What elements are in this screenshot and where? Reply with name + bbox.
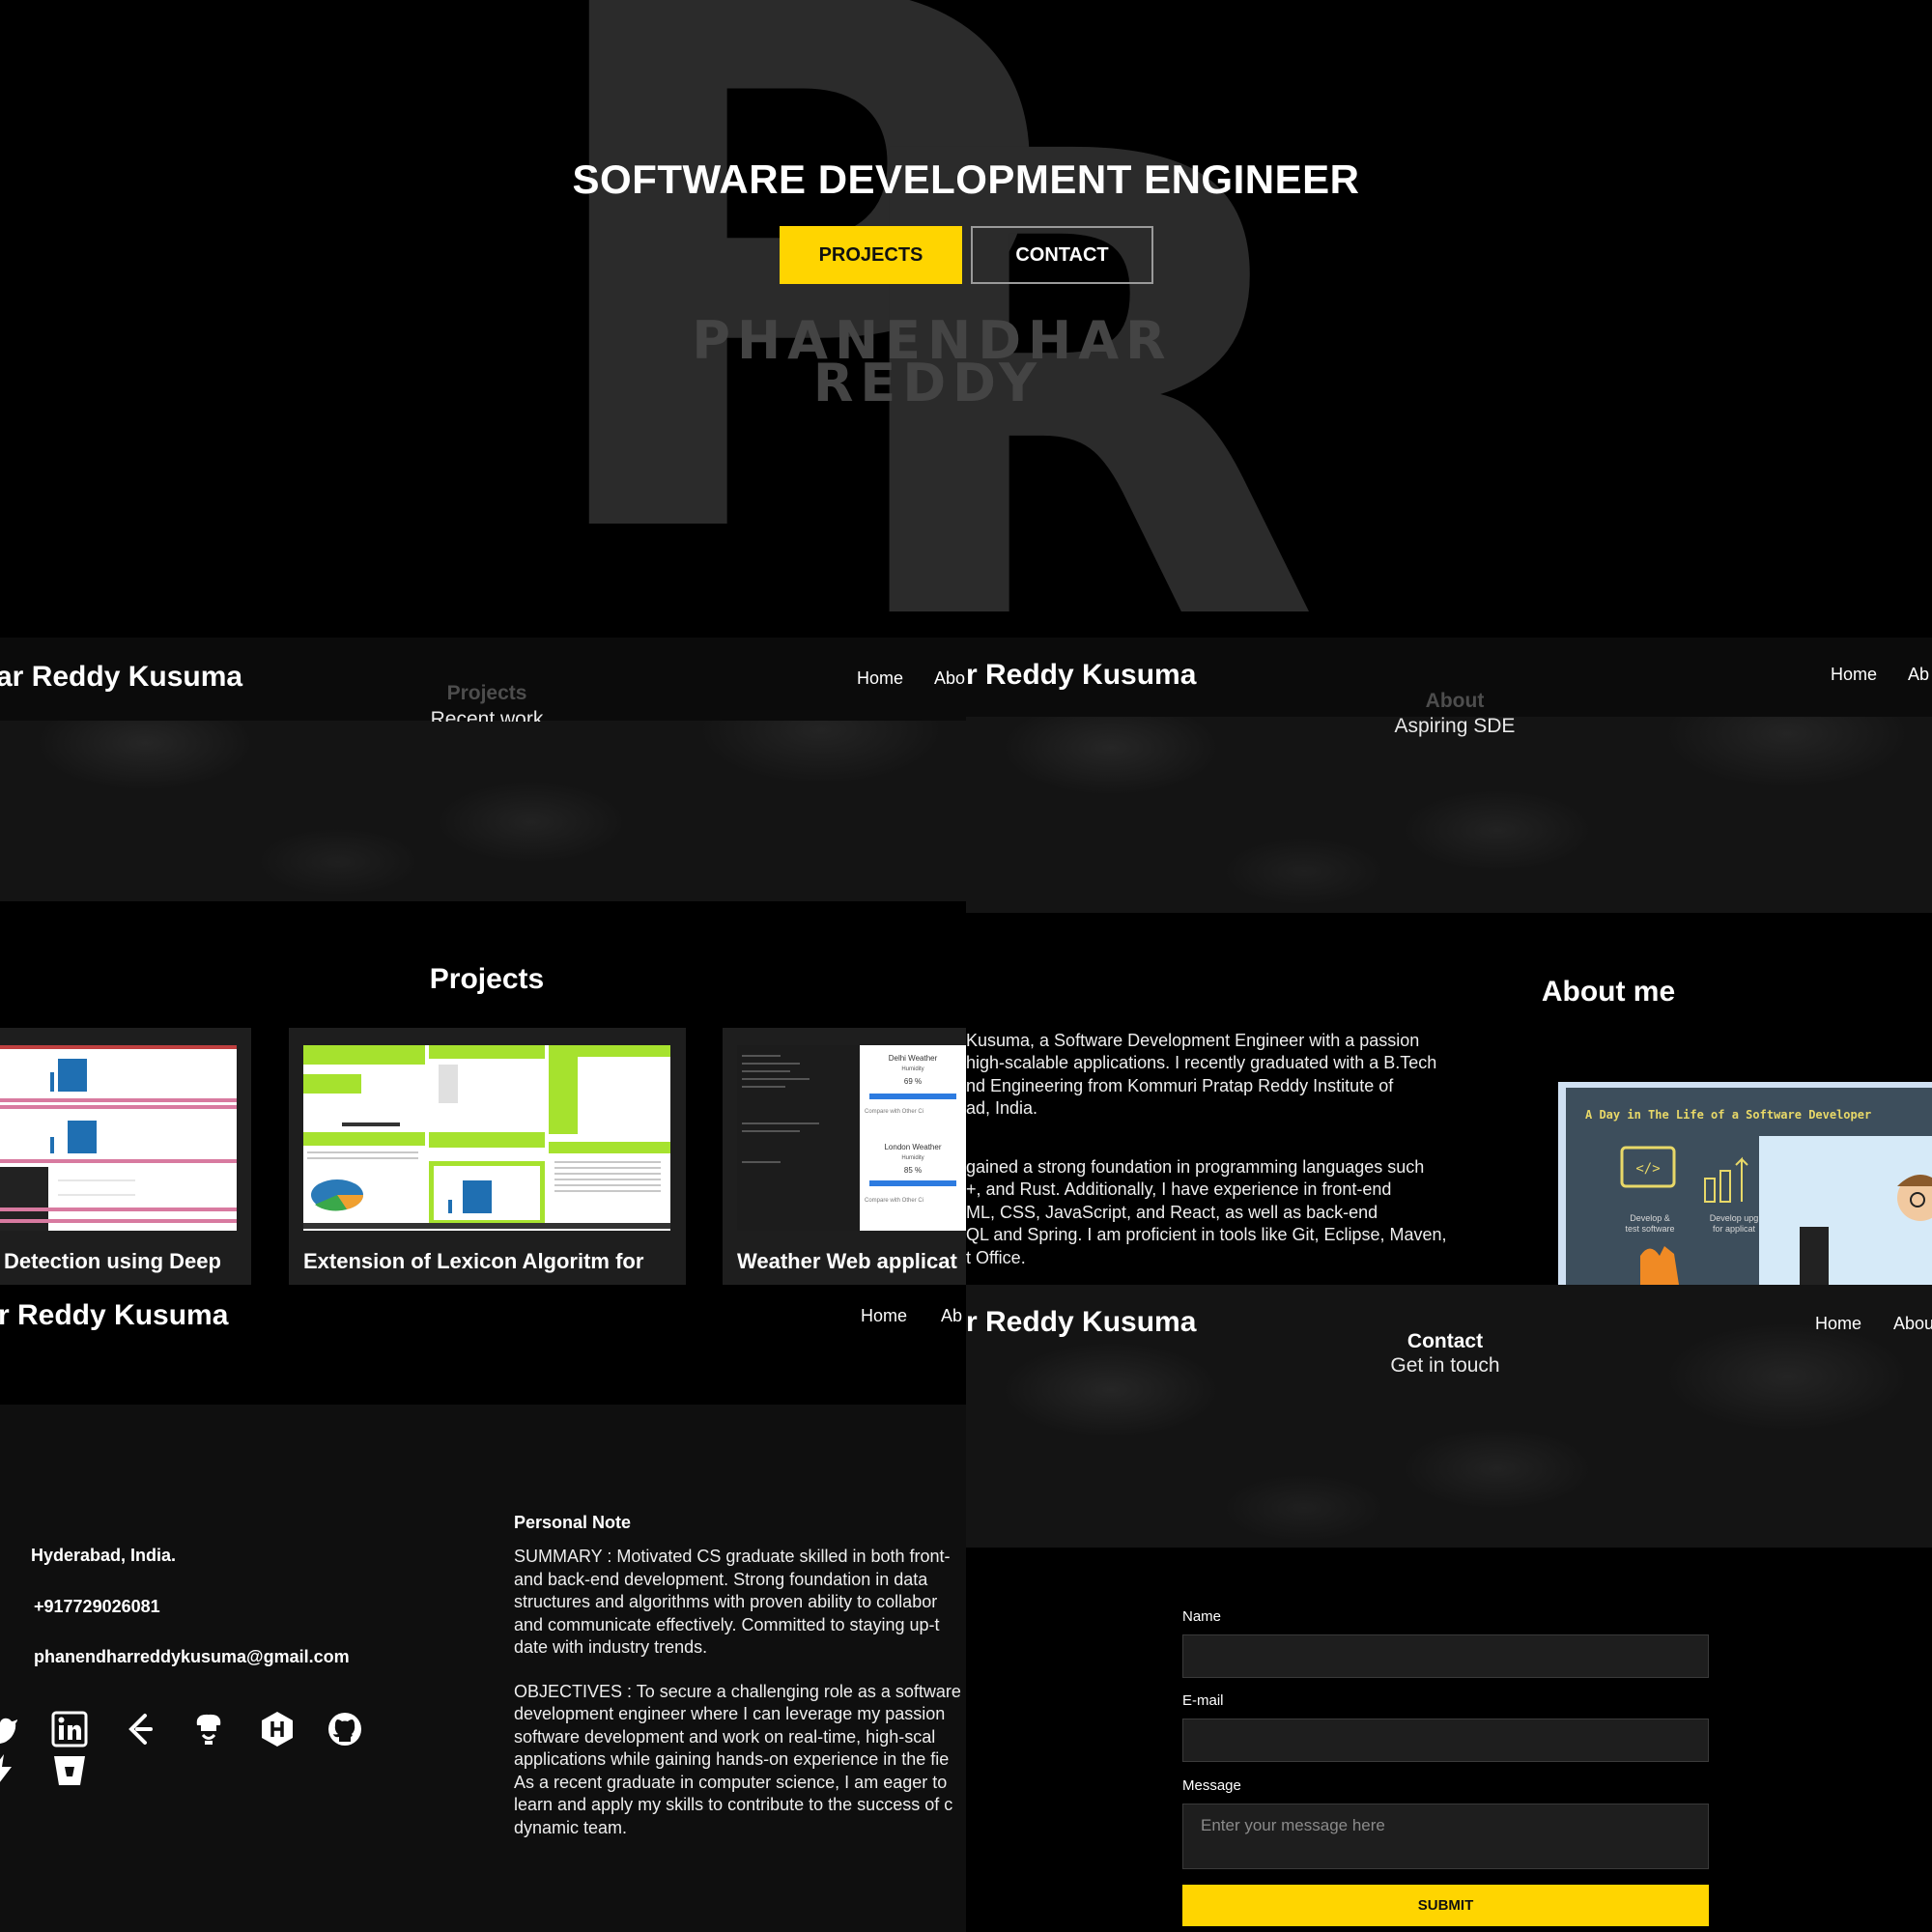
message-label: Message	[1182, 1777, 1241, 1794]
message-field[interactable]	[1182, 1804, 1709, 1869]
project-thumbnail	[303, 1045, 670, 1231]
info-page: r Reddy Kusuma Home Ab Hyderabad, India.…	[0, 1285, 966, 1932]
gfg-icon[interactable]	[0, 1751, 21, 1790]
personal-note-heading: Personal Note	[514, 1513, 632, 1532]
github-icon[interactable]	[326, 1710, 364, 1748]
summary-line: structures and algorithms with proven ab…	[514, 1592, 938, 1611]
weather-compare-1: Compare with Other Ci	[865, 1109, 923, 1115]
project-title: Detection using Deep	[4, 1249, 221, 1273]
name-field[interactable]	[1182, 1634, 1709, 1678]
summary-line: SUMMARY : Motivated CS graduate skilled …	[514, 1547, 951, 1566]
svg-text:</>: </>	[1635, 1161, 1660, 1177]
hero-title: SOFTWARE DEVELOPMENT ENGINEER	[572, 156, 1360, 202]
project-card[interactable]: Delhi Weather Humidity 69 % Compare with…	[723, 1028, 966, 1285]
project-title: Extension of Lexicon Algoritm for	[303, 1249, 644, 1273]
about-paragraph-2-line: ML, CSS, JavaScript, and React, as well …	[966, 1203, 1378, 1222]
illustration-caption-1a: Develop &	[1630, 1213, 1670, 1223]
illustration-title: A Day in The Life of a Software Develope…	[1585, 1108, 1871, 1122]
about-paragraph-2-line: QL and Spring. I am proficient in tools …	[966, 1225, 1447, 1244]
location-text: Hyderabad, India.	[31, 1546, 177, 1565]
about-banner-title: About	[1425, 690, 1485, 712]
about-paragraph-1-line: nd Engineering from Kommuri Pratap Reddy…	[966, 1076, 1394, 1095]
projects-banner-subtitle: Recent work	[430, 708, 544, 722]
weather-city-2: London Weather	[884, 1143, 941, 1151]
objectives-line: applications while gaining hands-on expe…	[514, 1749, 950, 1769]
project-screenshot-weather: Delhi Weather Humidity 69 % Compare with…	[737, 1045, 966, 1231]
objectives-line: learn and apply my skills to contribute …	[514, 1795, 953, 1814]
summary-line: date with industry trends.	[514, 1637, 708, 1657]
project-thumbnail	[0, 1045, 237, 1231]
project-thumbnail: Delhi Weather Humidity 69 % Compare with…	[737, 1045, 966, 1231]
illustration-art: A Day in The Life of a Software Develope…	[1566, 1088, 1932, 1285]
contact-page: r Reddy Kusuma Home Abou Contact Get in …	[966, 1285, 1932, 1932]
projects-banner-title: Projects	[446, 682, 527, 704]
about-banner-subtitle: Aspiring SDE	[1394, 715, 1516, 737]
weather-value-2: 85 %	[904, 1166, 922, 1175]
about-page: r Reddy Kusuma Home Ab About Aspiring SD…	[966, 638, 1932, 1285]
codechef-icon[interactable]	[189, 1710, 228, 1748]
about-paragraph-2-line: +, and Rust. Additionally, I have experi…	[966, 1179, 1392, 1199]
nav-about[interactable]: Ab	[1908, 665, 1929, 685]
weather-compare-2: Compare with Other Ci	[865, 1198, 923, 1204]
nav-home[interactable]: Home	[861, 1306, 907, 1326]
twitter-icon[interactable]	[0, 1710, 21, 1748]
contact-button[interactable]: CONTACT	[971, 226, 1153, 284]
hero-section: P R PHANENDHAR REDDY SOFTWARE DEVELOPMEN…	[0, 0, 1932, 638]
about-paragraph-2-line: t Office.	[966, 1248, 1026, 1267]
summary-line: and back-end development. Strong foundat…	[514, 1570, 928, 1589]
nav-about[interactable]: Ab	[941, 1306, 962, 1326]
objectives-line: OBJECTIVES : To secure a challenging rol…	[514, 1682, 961, 1701]
leetcode-icon[interactable]	[120, 1710, 158, 1748]
contact-banner-subtitle: Get in touch	[1390, 1354, 1500, 1377]
hackerrank-icon[interactable]	[258, 1710, 297, 1748]
about-brand[interactable]: r Reddy Kusuma	[966, 659, 1196, 692]
objectives-line: dynamic team.	[514, 1818, 628, 1837]
weather-humidity-label-2: Humidity	[901, 1155, 923, 1161]
weather-value-1: 69 %	[904, 1077, 922, 1086]
hero-wordmark-last: REDDY	[812, 353, 1044, 413]
phone-text[interactable]: +917729026081	[34, 1597, 160, 1617]
about-paragraph-1-line: Kusuma, a Software Development Engineer …	[966, 1031, 1420, 1050]
objectives-line: As a recent graduate in computer science…	[514, 1773, 948, 1792]
weather-city-1: Delhi Weather	[889, 1054, 938, 1063]
name-label: Name	[1182, 1608, 1222, 1625]
summary-line: and communicate effectively. Committed t…	[514, 1615, 940, 1634]
objectives-line: development engineer where I can leverag…	[514, 1704, 946, 1723]
illustration-caption-2b: for applicat	[1713, 1224, 1756, 1234]
illustration-caption-1b: test software	[1625, 1224, 1674, 1234]
email-field[interactable]	[1182, 1719, 1709, 1762]
projects-heading: Projects	[429, 963, 545, 995]
project-screenshot-charts	[0, 1045, 237, 1231]
email-label: E-mail	[1182, 1692, 1224, 1709]
nav-home[interactable]: Home	[1831, 665, 1877, 685]
about-heading: About me	[1541, 976, 1676, 1008]
email-text[interactable]: phanendharreddykusuma@gmail.com	[34, 1647, 350, 1667]
project-card[interactable]: Detection using Deep	[0, 1028, 251, 1285]
project-title: Weather Web applicat	[737, 1249, 957, 1273]
submit-button[interactable]: SUBMIT	[1182, 1885, 1709, 1926]
project-screenshot-lexicon	[303, 1045, 670, 1231]
contact-banner-title: Contact	[1406, 1330, 1484, 1352]
developer-illustration: A Day in The Life of a Software Develope…	[1558, 1082, 1932, 1285]
illustration-caption-2a: Develop upg	[1710, 1213, 1759, 1223]
about-paragraph-1-line: high-scalable applications. I recently g…	[966, 1053, 1437, 1072]
about-paragraph-1-line: ad, India.	[966, 1098, 1038, 1118]
projects-button[interactable]: PROJECTS	[780, 226, 962, 284]
project-card[interactable]: Extension of Lexicon Algoritm for	[289, 1028, 686, 1285]
objectives-line: software development and work on real-ti…	[514, 1727, 936, 1747]
about-paragraph-2-line: gained a strong foundation in programmin…	[966, 1157, 1425, 1177]
weather-humidity-label-1: Humidity	[901, 1066, 923, 1072]
info-brand[interactable]: r Reddy Kusuma	[0, 1299, 228, 1332]
linkedin-icon[interactable]	[50, 1710, 89, 1748]
bitbucket-icon[interactable]	[50, 1751, 89, 1790]
